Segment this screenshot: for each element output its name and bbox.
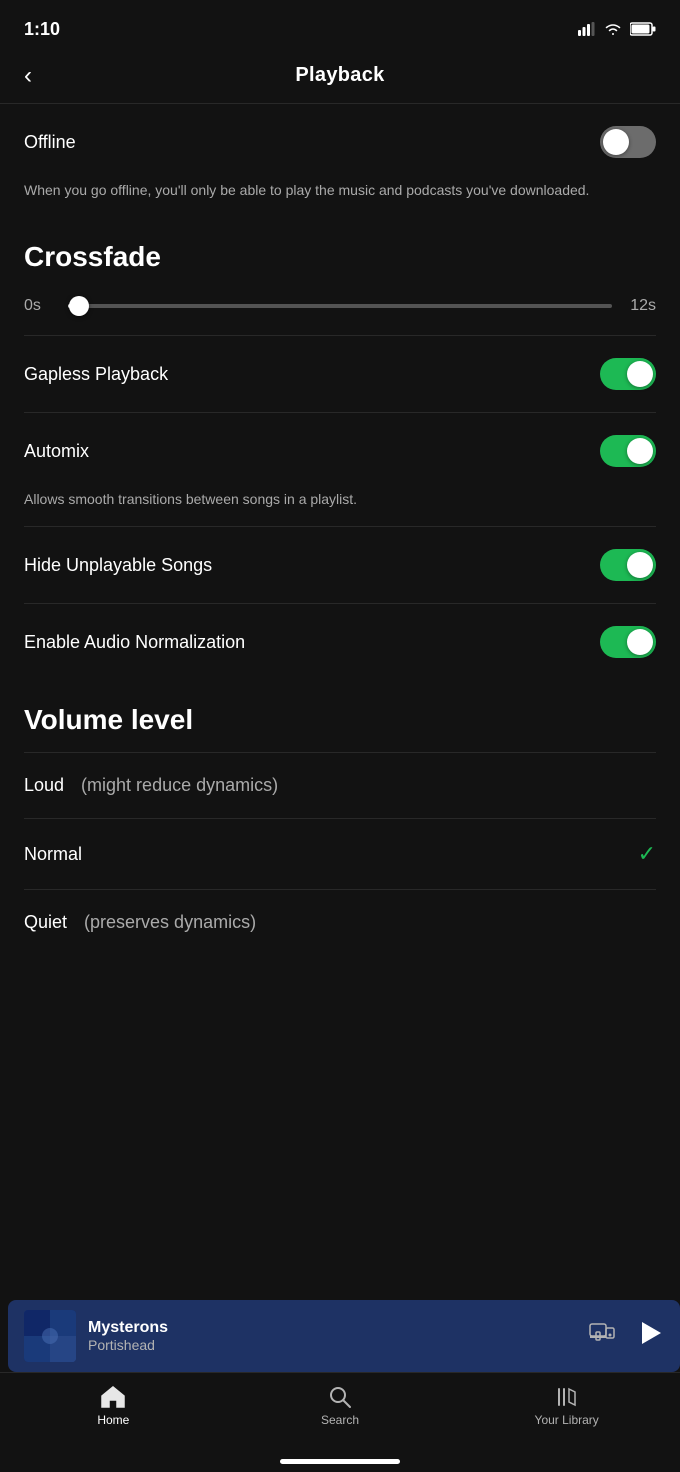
now-playing-info: Mysterons Portishead — [88, 1319, 576, 1353]
now-playing-title: Mysterons — [88, 1319, 576, 1337]
crossfade-section-title: Crossfade — [24, 217, 656, 289]
crossfade-slider-row: 0s 12s — [24, 289, 656, 335]
wifi-icon — [604, 22, 622, 36]
crossfade-slider-track — [68, 304, 612, 308]
offline-toggle[interactable] — [600, 126, 656, 158]
volume-quiet-sublabel: (preserves dynamics) — [79, 912, 256, 933]
now-playing-thumbnail — [24, 1310, 76, 1362]
offline-description: When you go offline, you'll only be able… — [24, 180, 656, 217]
gapless-toggle-slider — [600, 358, 656, 390]
offline-row: Offline — [24, 104, 656, 180]
device-icon-svg — [588, 1322, 616, 1344]
play-icon-svg — [636, 1319, 664, 1347]
status-icons — [578, 22, 656, 36]
volume-quiet-label: Quiet — [24, 912, 67, 933]
home-icon — [100, 1385, 126, 1409]
audio-normalization-toggle[interactable] — [600, 626, 656, 658]
volume-option-loud[interactable]: Loud (might reduce dynamics) — [24, 753, 656, 818]
automix-toggle-slider — [600, 435, 656, 467]
device-connect-icon[interactable] — [588, 1322, 616, 1350]
signal-icon — [578, 22, 596, 36]
nav-label-library: Your Library — [535, 1413, 599, 1427]
crossfade-max-label: 12s — [628, 297, 656, 315]
automix-label: Automix — [24, 441, 89, 462]
crossfade-min-label: 0s — [24, 297, 52, 315]
play-button[interactable] — [636, 1319, 664, 1354]
volume-quiet-left: Quiet (preserves dynamics) — [24, 912, 256, 933]
hide-unplayable-row: Hide Unplayable Songs — [24, 527, 656, 603]
bottom-nav: Home Search Your Library — [0, 1372, 680, 1472]
album-art-svg — [24, 1310, 76, 1362]
hide-unplayable-label: Hide Unplayable Songs — [24, 555, 212, 576]
album-art — [24, 1310, 76, 1362]
back-button[interactable]: ‹ — [24, 62, 32, 90]
hide-unplayable-toggle-slider — [600, 549, 656, 581]
offline-toggle-slider — [600, 126, 656, 158]
nav-item-library[interactable]: Your Library — [453, 1385, 680, 1427]
volume-option-quiet[interactable]: Quiet (preserves dynamics) — [24, 890, 656, 955]
volume-loud-label: Loud — [24, 775, 64, 796]
volume-normal-label: Normal — [24, 844, 82, 865]
crossfade-slider-thumb[interactable] — [69, 296, 89, 316]
volume-loud-sublabel: (might reduce dynamics) — [76, 775, 278, 796]
volume-loud-left: Loud (might reduce dynamics) — [24, 775, 278, 796]
automix-description: Allows smooth transitions between songs … — [24, 489, 656, 526]
gapless-playback-row: Gapless Playback — [24, 336, 656, 412]
audio-normalization-toggle-slider — [600, 626, 656, 658]
volume-option-normal[interactable]: Normal ✓ — [24, 819, 656, 889]
audio-normalization-label: Enable Audio Normalization — [24, 632, 245, 653]
crossfade-slider-container[interactable] — [68, 304, 612, 308]
nav-item-home[interactable]: Home — [0, 1385, 227, 1427]
search-icon — [328, 1385, 352, 1409]
nav-label-home: Home — [97, 1413, 129, 1427]
status-bar: 1:10 — [0, 0, 680, 52]
library-icon — [555, 1385, 579, 1409]
nav-label-search: Search — [321, 1413, 359, 1427]
volume-normal-check: ✓ — [638, 841, 656, 867]
now-playing-artist: Portishead — [88, 1337, 576, 1353]
volume-normal-left: Normal — [24, 844, 82, 865]
nav-item-search[interactable]: Search — [227, 1385, 454, 1427]
automix-row: Automix — [24, 413, 656, 489]
status-time: 1:10 — [24, 19, 60, 40]
gapless-toggle[interactable] — [600, 358, 656, 390]
hide-unplayable-toggle[interactable] — [600, 549, 656, 581]
gapless-label: Gapless Playback — [24, 364, 168, 385]
battery-icon — [630, 22, 656, 36]
page-header: ‹ Playback — [0, 52, 680, 103]
settings-content: Offline When you go offline, you'll only… — [0, 104, 680, 955]
page-content: Offline When you go offline, you'll only… — [0, 104, 680, 1135]
now-playing-controls — [588, 1319, 664, 1354]
now-playing-bar[interactable]: Mysterons Portishead — [8, 1300, 680, 1372]
offline-label: Offline — [24, 132, 76, 153]
volume-section-title: Volume level — [24, 680, 656, 752]
automix-toggle[interactable] — [600, 435, 656, 467]
home-indicator — [280, 1459, 400, 1464]
audio-normalization-row: Enable Audio Normalization — [24, 604, 656, 680]
page-title: Playback — [295, 64, 384, 87]
